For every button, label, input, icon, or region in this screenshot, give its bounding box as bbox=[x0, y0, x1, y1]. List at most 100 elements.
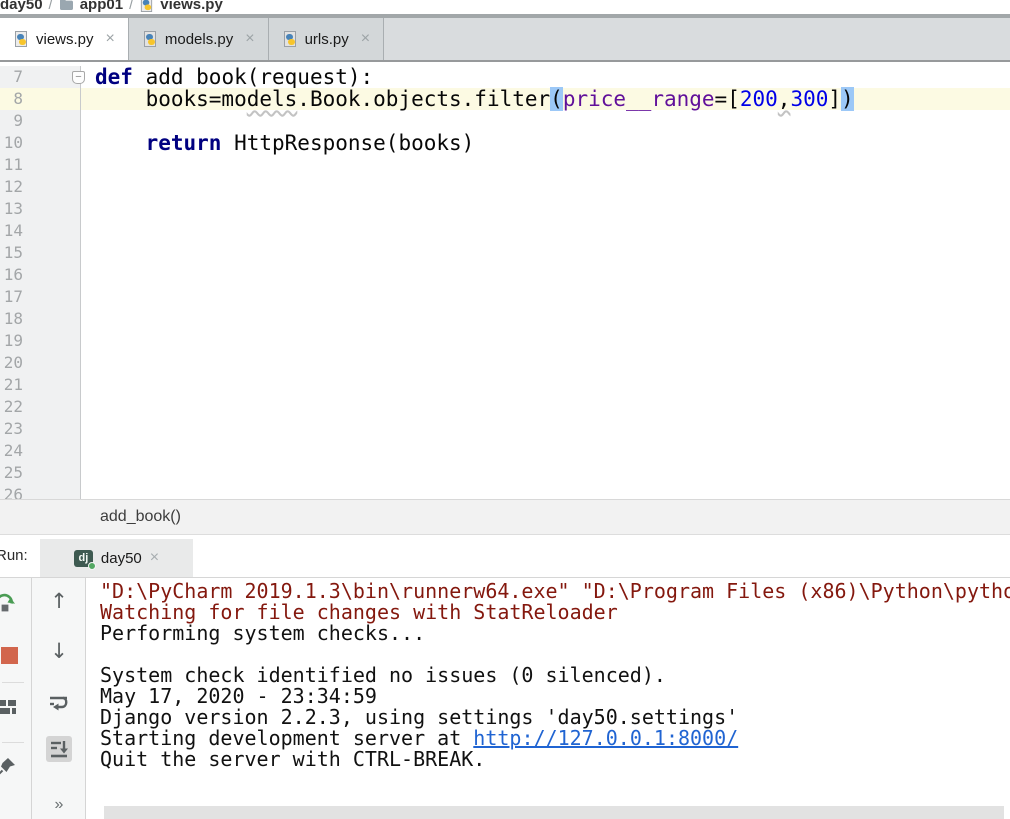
line-number[interactable]: 26 bbox=[0, 484, 81, 499]
line-number[interactable]: 25 bbox=[0, 462, 81, 484]
navigation-bar: day50 / app01 / views.py bbox=[0, 0, 1010, 14]
line-number[interactable]: 17 bbox=[0, 286, 81, 308]
toolbar-separator bbox=[2, 682, 24, 683]
code-line[interactable]: 20 bbox=[0, 352, 1010, 374]
code-text bbox=[81, 440, 1010, 462]
nav-item-project[interactable]: day50 bbox=[0, 0, 43, 13]
editor-lines: 7def add_book(request):8 books=models.Bo… bbox=[0, 62, 1010, 499]
code-text bbox=[81, 462, 1010, 484]
line-number[interactable]: 11 bbox=[0, 154, 81, 176]
line-number[interactable]: 23 bbox=[0, 418, 81, 440]
code-text bbox=[81, 330, 1010, 352]
tab-urls-py[interactable]: urls.py × bbox=[269, 18, 385, 60]
nav-item-package[interactable]: app01 bbox=[80, 0, 123, 13]
code-line[interactable]: 26 bbox=[0, 484, 1010, 499]
line-number[interactable]: 7 bbox=[0, 66, 81, 88]
down-stack-icon[interactable]: ↓ bbox=[46, 638, 72, 664]
code-text: def add_book(request): bbox=[81, 66, 1010, 88]
close-icon[interactable]: × bbox=[245, 31, 254, 47]
code-text bbox=[81, 154, 1010, 176]
line-number[interactable]: 9 bbox=[0, 110, 81, 132]
code-text bbox=[81, 176, 1010, 198]
line-number[interactable]: 18 bbox=[0, 308, 81, 330]
code-line[interactable]: 12 bbox=[0, 176, 1010, 198]
code-line[interactable]: 17 bbox=[0, 286, 1010, 308]
restore-layout-icon[interactable] bbox=[0, 694, 20, 720]
code-line[interactable]: 13 bbox=[0, 198, 1010, 220]
code-line[interactable]: 22 bbox=[0, 396, 1010, 418]
more-icon[interactable]: » bbox=[46, 792, 72, 818]
editor-breadcrumbs: add_book() bbox=[0, 499, 1010, 535]
folder-icon bbox=[59, 0, 74, 11]
code-line[interactable]: 21 bbox=[0, 374, 1010, 396]
code-line[interactable]: 25 bbox=[0, 462, 1010, 484]
python-file-icon bbox=[139, 0, 154, 12]
code-text bbox=[81, 308, 1010, 330]
run-toolbar bbox=[0, 578, 32, 819]
code-line[interactable]: 16 bbox=[0, 264, 1010, 286]
code-line[interactable]: 24 bbox=[0, 440, 1010, 462]
server-url-link[interactable]: http://127.0.0.1:8000/ bbox=[473, 726, 738, 750]
tab-views-py[interactable]: views.py × bbox=[0, 18, 129, 60]
tab-models-py[interactable]: models.py × bbox=[129, 18, 269, 60]
run-tab-day50[interactable]: dj day50 × bbox=[40, 539, 193, 577]
breadcrumb[interactable]: add_book() bbox=[100, 508, 181, 526]
code-text bbox=[81, 374, 1010, 396]
console-line bbox=[100, 644, 1010, 665]
running-indicator-dot bbox=[88, 562, 96, 570]
line-number[interactable]: 14 bbox=[0, 220, 81, 242]
code-text bbox=[81, 352, 1010, 374]
code-text: return HttpResponse(books) bbox=[81, 132, 1010, 154]
line-number[interactable]: 21 bbox=[0, 374, 81, 396]
line-number[interactable]: 24 bbox=[0, 440, 81, 462]
console-line: Django version 2.2.3, using settings 'da… bbox=[100, 707, 1010, 728]
python-file-icon bbox=[282, 31, 298, 47]
pin-icon[interactable] bbox=[0, 754, 19, 780]
code-line[interactable]: 14 bbox=[0, 220, 1010, 242]
python-file-icon bbox=[142, 31, 158, 47]
code-line[interactable]: 8 books=models.Book.objects.filter(price… bbox=[0, 88, 1010, 110]
console-output[interactable]: "D:\PyCharm 2019.1.3\bin\runnerw64.exe" … bbox=[87, 578, 1010, 819]
tab-label: urls.py bbox=[305, 31, 349, 48]
code-line[interactable]: 10 return HttpResponse(books) bbox=[0, 132, 1010, 154]
code-text: books=models.Book.objects.filter(price__… bbox=[81, 88, 1010, 110]
tab-label: views.py bbox=[36, 31, 94, 48]
fold-marker-icon[interactable]: − bbox=[72, 71, 85, 84]
console-line: May 17, 2020 - 23:34:59 bbox=[100, 686, 1010, 707]
close-icon[interactable]: × bbox=[361, 31, 370, 47]
stop-icon[interactable] bbox=[0, 642, 22, 668]
code-editor[interactable]: − 7def add_book(request):8 books=models.… bbox=[0, 62, 1010, 499]
console-toolbar: ↑ ↓ » bbox=[32, 578, 86, 819]
console-line: Watching for file changes with StatReloa… bbox=[100, 602, 1010, 623]
code-text bbox=[81, 264, 1010, 286]
run-toolwindow-header: Run: dj day50 × bbox=[0, 536, 1010, 578]
code-line[interactable]: 23 bbox=[0, 418, 1010, 440]
soft-wrap-icon[interactable] bbox=[46, 690, 72, 716]
line-number[interactable]: 10 bbox=[0, 132, 81, 154]
code-text bbox=[81, 198, 1010, 220]
line-number[interactable]: 16 bbox=[0, 264, 81, 286]
console-line: System check identified no issues (0 sil… bbox=[100, 665, 1010, 686]
scroll-to-end-icon[interactable] bbox=[46, 736, 72, 762]
nav-item-file[interactable]: views.py bbox=[160, 0, 223, 13]
line-number[interactable]: 15 bbox=[0, 242, 81, 264]
close-icon[interactable]: × bbox=[106, 31, 115, 47]
up-stack-icon[interactable]: ↑ bbox=[46, 588, 72, 614]
close-icon[interactable]: × bbox=[150, 549, 159, 567]
code-line[interactable]: 9 bbox=[0, 110, 1010, 132]
rerun-icon[interactable] bbox=[0, 590, 18, 616]
line-number[interactable]: 19 bbox=[0, 330, 81, 352]
code-line[interactable]: 18 bbox=[0, 308, 1010, 330]
code-line[interactable]: 19 bbox=[0, 330, 1010, 352]
console-line: Quit the server with CTRL-BREAK. bbox=[100, 749, 1010, 770]
line-number[interactable]: 12 bbox=[0, 176, 81, 198]
line-number[interactable]: 22 bbox=[0, 396, 81, 418]
code-line[interactable]: 15 bbox=[0, 242, 1010, 264]
code-line[interactable]: 11 bbox=[0, 154, 1010, 176]
line-number[interactable]: 20 bbox=[0, 352, 81, 374]
nav-separator: / bbox=[49, 0, 53, 13]
line-number[interactable]: 13 bbox=[0, 198, 81, 220]
horizontal-scrollbar[interactable] bbox=[104, 806, 1004, 819]
code-line[interactable]: 7def add_book(request): bbox=[0, 66, 1010, 88]
line-number[interactable]: 8 bbox=[0, 88, 81, 110]
